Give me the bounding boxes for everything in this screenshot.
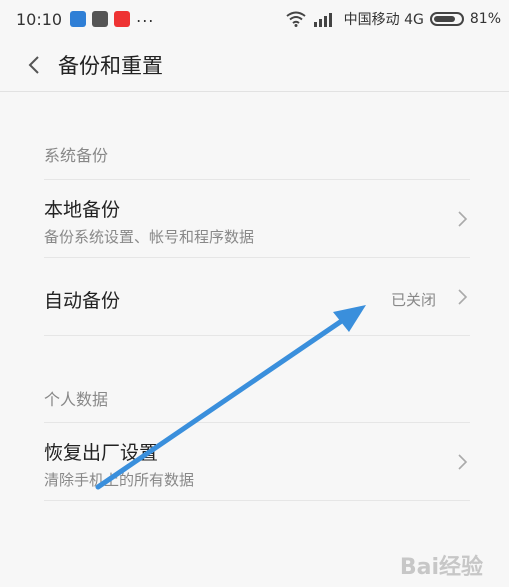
status-bar-left: 10:10 ... (16, 6, 155, 29)
factory-reset-label: 恢复出厂设置 (44, 442, 159, 464)
status-bar: 10:10 ... 中国移动 4G 81% (0, 0, 509, 38)
chevron-left-icon (28, 55, 39, 74)
factory-reset-row[interactable]: 恢复出厂设置 清除手机上的所有数据 (44, 422, 470, 500)
factory-reset-subtitle: 清除手机上的所有数据 (44, 471, 195, 489)
chevron-right-icon (458, 289, 468, 305)
auto-backup-status: 已关闭 (390, 291, 436, 309)
local-backup-label: 本地备份 (44, 199, 121, 221)
watermark: Bai经验 (399, 555, 483, 580)
auto-backup-label: 自动备份 (44, 290, 121, 312)
auto-backup-row[interactable]: 自动备份 已关闭 (44, 257, 470, 335)
wifi-icon (286, 11, 306, 27)
chevron-right-icon (458, 211, 468, 227)
battery-icon (429, 12, 464, 26)
status-bar-right: 中国移动 4G 81% (286, 9, 501, 29)
notification-app-icon (114, 11, 131, 27)
section-title-personal-data: 个人数据 (44, 390, 109, 409)
section-divider (44, 335, 470, 336)
battery-percent: 81% (469, 11, 501, 27)
status-time: 10:10 (16, 9, 63, 29)
section-title-system-backup: 系统备份 (44, 146, 109, 165)
battery-level-fill (433, 16, 455, 22)
app-header: 备份和重置 (0, 38, 509, 92)
chevron-right-icon (458, 454, 468, 470)
local-backup-row[interactable]: 本地备份 备份系统设置、帐号和程序数据 (44, 179, 470, 257)
more-notifications-icon: ... (136, 6, 155, 26)
local-backup-subtitle: 备份系统设置、帐号和程序数据 (44, 228, 255, 246)
back-button[interactable] (12, 38, 56, 92)
section-divider (44, 500, 470, 501)
notification-app-icon (70, 11, 87, 27)
signal-icon (313, 11, 336, 27)
notification-app-icon (92, 11, 109, 27)
carrier-label: 中国移动 4G (343, 12, 424, 28)
page-title: 备份和重置 (58, 53, 163, 78)
